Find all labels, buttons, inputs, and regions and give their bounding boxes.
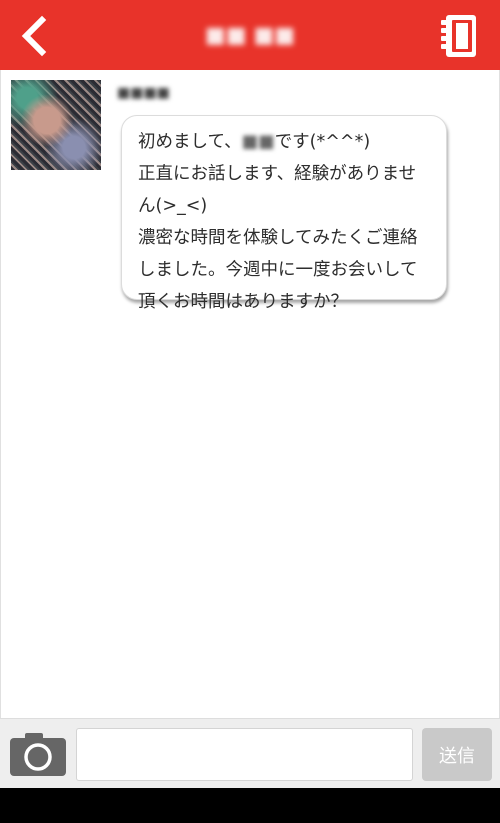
redacted-name: ■■ [241,132,275,152]
system-navigation-bar [0,788,500,823]
message-text: 初めまして、■■です(*^^*) 正直にお話します、経験がありません(>_<) … [138,126,432,318]
notebook-icon [441,15,476,57]
message-input-bar: 送信 [0,718,500,788]
message-line-1: 初めまして、 [138,132,242,152]
sender-avatar[interactable] [11,80,101,170]
back-button[interactable] [14,14,58,58]
chat-area[interactable]: ■■■■ 初めまして、■■です(*^^*) 正直にお話します、経験がありません(… [0,70,500,718]
camera-button[interactable] [9,731,67,777]
app-header: ■■ ■■ [0,0,500,70]
message-line-4: 濃密な時間を体験してみたくご連絡しました。今週中に一度お会いして頂くお時間はあり… [138,228,418,312]
send-button[interactable]: 送信 [422,728,492,781]
message-bubble: 初めまして、■■です(*^^*) 正直にお話します、経験がありません(>_<) … [121,115,447,312]
camera-icon [10,733,66,776]
message-input[interactable] [76,728,413,781]
message-line-2: です(*^^*) [274,132,371,152]
message-line-3: 正直にお話します、経験がありません(>_<) [138,164,417,216]
notebook-button[interactable] [438,12,480,60]
chat-partner-name: ■■ ■■ [204,23,296,48]
chevron-left-icon [21,15,47,57]
sender-name: ■■■■ [117,85,170,101]
